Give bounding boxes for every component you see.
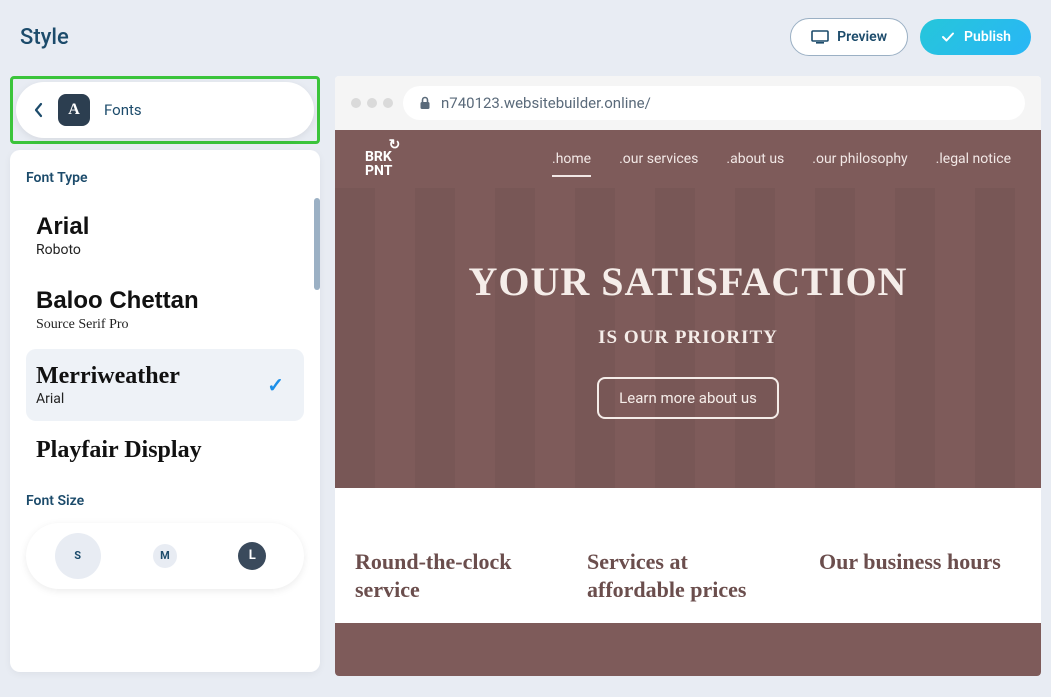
font-size-medium[interactable]: M [142, 533, 188, 579]
site-preview: n740123.websitebuilder.online/ ↻ BRK PNT… [335, 76, 1041, 676]
font-sub-label: Arial [36, 391, 294, 407]
traffic-lights [351, 98, 393, 108]
font-size-small[interactable]: S [55, 533, 101, 579]
selected-check-icon: ✓ [267, 373, 284, 397]
fonts-header[interactable]: A Fonts [16, 82, 314, 138]
site-logo[interactable]: ↻ BRK PNT [365, 150, 392, 178]
font-sub-label: Roboto [36, 242, 294, 258]
feature-heading: Services at affordable prices [587, 548, 789, 603]
font-option-baloo[interactable]: Baloo Chettan Source Serif Pro [26, 274, 304, 346]
font-option-playfair[interactable]: Playfair Display [26, 423, 304, 477]
hero-title: YOUR SATISFACTION [469, 258, 908, 305]
fonts-panel: Font Type Arial Roboto Baloo Chettan Sou… [10, 150, 320, 672]
publish-button[interactable]: Publish [920, 19, 1031, 55]
preview-button[interactable]: Preview [790, 18, 908, 56]
hero-subtitle: IS OUR PRIORITY [598, 327, 778, 349]
logo-swirl-icon: ↻ [389, 138, 401, 152]
url-text: n740123.websitebuilder.online/ [441, 94, 651, 112]
features-row: Round-the-clock service Services at affo… [335, 488, 1041, 623]
nav-philosophy[interactable]: .our philosophy [812, 151, 907, 177]
preview-icon [811, 30, 829, 44]
learn-more-button[interactable]: Learn more about us [597, 377, 779, 419]
feature-heading: Round-the-clock service [355, 548, 557, 603]
dot-icon [351, 98, 361, 108]
font-size-large[interactable]: L [229, 533, 275, 579]
feature-heading: Our business hours [819, 548, 1021, 576]
fonts-header-highlight: A Fonts [10, 76, 320, 144]
nav-about[interactable]: .about us [726, 151, 784, 177]
dot-icon [367, 98, 377, 108]
back-icon[interactable] [34, 102, 44, 118]
font-main-label: Playfair Display [36, 437, 294, 463]
dot-icon [383, 98, 393, 108]
font-option-arial[interactable]: Arial Roboto [26, 200, 304, 272]
lock-icon [419, 96, 431, 110]
nav-home[interactable]: .home [552, 151, 591, 177]
publish-label: Publish [964, 29, 1011, 45]
font-main-label: Merriweather [36, 363, 294, 389]
fonts-header-label: Fonts [104, 101, 142, 119]
font-size-selector: S M L [26, 523, 304, 589]
font-a-icon: A [58, 94, 90, 126]
font-option-merriweather[interactable]: Merriweather Arial ✓ [26, 349, 304, 421]
page-title: Style [20, 25, 69, 50]
preview-label: Preview [837, 29, 887, 45]
check-icon [940, 29, 956, 45]
font-main-label: Arial [36, 214, 294, 240]
url-bar[interactable]: n740123.websitebuilder.online/ [403, 86, 1025, 120]
font-type-heading: Font Type [26, 170, 304, 186]
hero-section: YOUR SATISFACTION IS OUR PRIORITY Learn … [335, 188, 1041, 488]
browser-chrome: n740123.websitebuilder.online/ [335, 76, 1041, 130]
font-sub-label: Source Serif Pro [36, 317, 294, 333]
font-size-heading: Font Size [26, 493, 304, 509]
font-main-label: Baloo Chettan [36, 288, 294, 314]
nav-legal[interactable]: .legal notice [936, 151, 1011, 177]
nav-services[interactable]: .our services [619, 151, 698, 177]
scrollbar[interactable] [314, 198, 320, 290]
